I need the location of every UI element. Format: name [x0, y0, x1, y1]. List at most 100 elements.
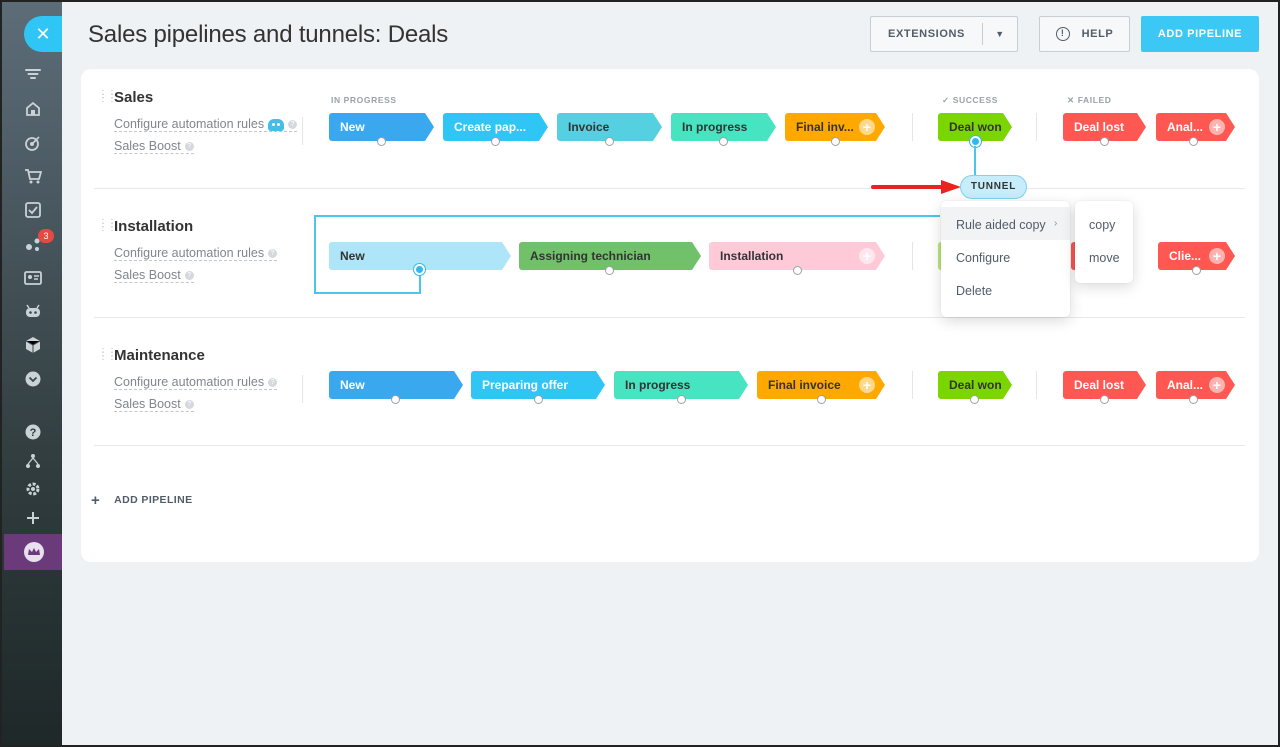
checklist-icon[interactable]	[22, 199, 44, 221]
tunnel-badge[interactable]: TUNNEL	[960, 175, 1027, 199]
crown-icon[interactable]	[4, 534, 64, 570]
chevron-right-icon: ›	[1054, 218, 1058, 229]
add-stage-icon[interactable]: +	[859, 248, 875, 264]
link-text: Sales Boost	[114, 397, 181, 411]
link-text: Configure automation rules	[114, 117, 265, 131]
link-text: Sales Boost	[114, 139, 181, 153]
sitemap-icon[interactable]	[22, 450, 44, 472]
add-stage-icon[interactable]: +	[859, 377, 875, 393]
configure-automation-link[interactable]: Configure automation rules?	[114, 246, 278, 261]
add-stage-icon[interactable]: +	[1209, 248, 1225, 264]
stage-connector-dot[interactable]	[1100, 395, 1109, 404]
extensions-button[interactable]: EXTENSIONS ▼	[870, 16, 1018, 52]
stage-connector-dot[interactable]	[534, 395, 543, 404]
extensions-label: EXTENSIONS	[888, 28, 965, 40]
svg-text:?: ?	[30, 427, 37, 439]
group-label-success: ✓ SUCCESS	[942, 95, 998, 105]
stage-label: Anal...	[1167, 120, 1204, 134]
configure-automation-link[interactable]: Configure automation rules?	[114, 117, 298, 132]
sales-boost-link[interactable]: Sales Boost?	[114, 268, 194, 283]
info-icon: !	[1055, 27, 1070, 41]
stage-connector-dot[interactable]	[377, 137, 386, 146]
stage-connector-dot[interactable]	[970, 395, 979, 404]
pipeline-title-installation: Installation	[114, 218, 194, 235]
caret-down-icon[interactable]: ▼	[983, 29, 1017, 39]
group-label-text: FAILED	[1077, 95, 1112, 105]
stage-connector-dot[interactable]	[831, 137, 840, 146]
menu-item-copy[interactable]: copy	[1089, 218, 1115, 232]
stage-connector-dot[interactable]	[817, 395, 826, 404]
target-icon[interactable]	[22, 132, 44, 154]
drag-handle-icon[interactable]: ⋮⋮ ⋮⋮	[98, 348, 117, 362]
drag-handle-icon[interactable]: ⋮⋮ ⋮⋮	[98, 219, 117, 233]
add-pipeline-label: ADD PIPELINE	[114, 494, 193, 506]
question-icon[interactable]: ?	[184, 142, 194, 152]
add-stage-icon[interactable]: +	[1209, 119, 1225, 135]
question-icon[interactable]: ?	[288, 120, 298, 130]
pipeline-title-maintenance: Maintenance	[114, 347, 205, 364]
left-sidebar: ✕ 3 ?	[2, 2, 64, 745]
question-icon[interactable]: ?	[268, 249, 278, 259]
stage-connector-dot[interactable]	[719, 137, 728, 146]
home-icon[interactable]	[22, 98, 44, 120]
group-label-failed: ✕ FAILED	[1067, 95, 1112, 105]
add-stage-icon[interactable]: +	[1209, 377, 1225, 393]
stage-label: In progress	[625, 378, 691, 392]
row-divider	[94, 317, 1245, 318]
gear-icon[interactable]	[22, 478, 44, 500]
chevron-down-icon[interactable]	[22, 368, 44, 390]
contact-card-icon[interactable]	[22, 267, 44, 289]
stage-label: Deal won	[949, 120, 1002, 134]
menu-item-move[interactable]: move	[1089, 251, 1120, 265]
stage-connector-dot[interactable]	[1100, 137, 1109, 146]
stage-label: In progress	[682, 120, 748, 134]
close-icon[interactable]: ✕	[24, 16, 64, 52]
robot-icon[interactable]	[22, 300, 44, 322]
link-text: Sales Boost	[114, 268, 181, 282]
stage-label: Create pap...	[454, 120, 527, 134]
stage-connector-dot[interactable]	[1189, 137, 1198, 146]
tunnel-submenu: copy move	[1075, 201, 1133, 283]
sales-boost-link[interactable]: Sales Boost?	[114, 139, 194, 154]
filter-icon[interactable]	[22, 64, 44, 86]
divider	[912, 371, 913, 399]
divider	[1036, 113, 1037, 141]
stage-connector-dot[interactable]	[1192, 266, 1201, 275]
menu-item-delete[interactable]: Delete	[956, 284, 992, 298]
plus-icon[interactable]	[22, 507, 44, 529]
tunnel-connector-line	[419, 274, 421, 294]
add-pipeline-link[interactable]: + ADD PIPELINE	[91, 492, 192, 509]
divider	[912, 113, 913, 141]
plus-icon: +	[91, 492, 101, 509]
stage-connector-dot[interactable]	[677, 395, 686, 404]
stage-connector-dot[interactable]	[391, 395, 400, 404]
stage-connector-dot[interactable]	[491, 137, 500, 146]
stage-label: Deal won	[949, 378, 1002, 392]
drag-handle-icon[interactable]: ⋮⋮ ⋮⋮	[98, 90, 117, 104]
add-pipeline-button[interactable]: ADD PIPELINE	[1141, 16, 1259, 52]
pipeline-title-sales: Sales	[114, 89, 154, 106]
stage-connector-dot[interactable]	[605, 137, 614, 146]
menu-item-configure[interactable]: Configure	[956, 251, 1010, 265]
add-stage-icon[interactable]: +	[859, 119, 875, 135]
question-icon[interactable]: ?	[184, 400, 194, 410]
configure-automation-link[interactable]: Configure automation rules?	[114, 375, 278, 390]
stage-connector-dot[interactable]	[1189, 395, 1198, 404]
help-icon[interactable]: ?	[22, 421, 44, 443]
box-icon[interactable]	[22, 334, 44, 356]
sales-boost-link[interactable]: Sales Boost?	[114, 397, 194, 412]
stage-connector-dot[interactable]	[793, 266, 802, 275]
question-icon[interactable]: ?	[268, 378, 278, 388]
tunnel-target-dot[interactable]	[414, 264, 425, 275]
stage-label: Deal lost	[1074, 378, 1125, 392]
menu-item-rule-aided-copy[interactable]: Rule aided copy	[956, 218, 1046, 232]
page-title: Sales pipelines and tunnels: Deals	[88, 21, 449, 48]
question-icon[interactable]: ?	[184, 271, 194, 281]
robot-icon	[268, 118, 285, 131]
notification-badge: 3	[38, 229, 54, 243]
stage-label: New	[340, 378, 365, 392]
stage-connector-dot[interactable]	[605, 266, 614, 275]
group-label-in-progress: IN PROGRESS	[331, 95, 397, 105]
help-button[interactable]: ! HELP	[1039, 16, 1130, 52]
cart-icon[interactable]	[22, 165, 44, 187]
